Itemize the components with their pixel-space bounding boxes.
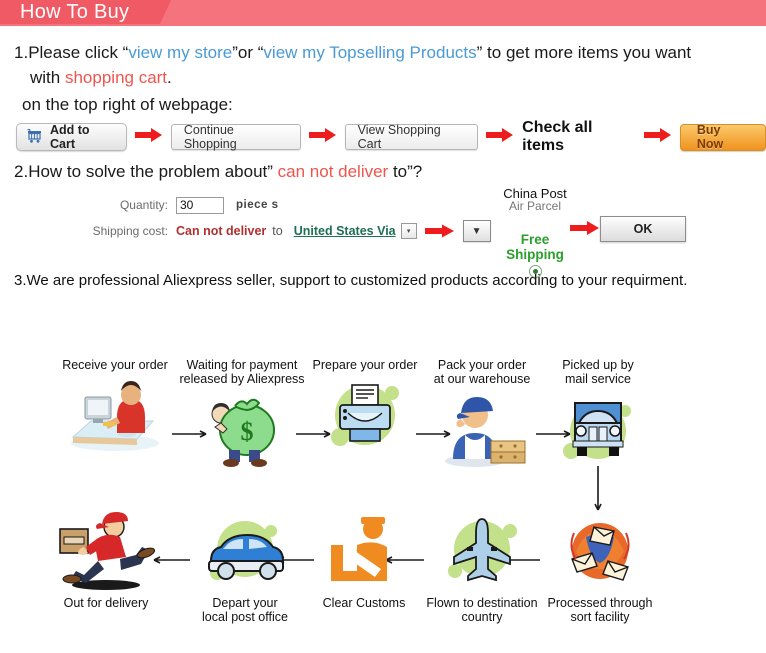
step-3-text: We are professional Aliexpress seller, s… bbox=[26, 272, 688, 289]
right-arrow-icon bbox=[424, 224, 455, 238]
page-title: How To Buy bbox=[20, 1, 130, 23]
quantity-unit-label: piece s bbox=[236, 199, 279, 211]
money-bag-icon: $ bbox=[176, 386, 308, 472]
page-header-banner: How To Buy bbox=[0, 0, 766, 26]
flow-node-clear-customs: Clear Customs bbox=[308, 508, 420, 610]
step-1-subline: on the top right of webpage: bbox=[22, 95, 233, 114]
flow-label: Clear Customs bbox=[322, 596, 406, 610]
view-shopping-cart-button[interactable]: View Shopping Cart bbox=[344, 123, 479, 151]
worker-with-boxes-icon bbox=[422, 386, 542, 472]
step-2-text-a: How to solve the problem about” bbox=[28, 162, 278, 181]
flow-label: Picked up by mail service bbox=[562, 358, 634, 386]
flow-label: Receive your order bbox=[62, 358, 168, 372]
view-shopping-cart-label: View Shopping Cart bbox=[357, 123, 441, 151]
mail-sorting-icon bbox=[540, 508, 660, 594]
flow-label: Processed through sort facility bbox=[547, 596, 653, 624]
carrier-line-2: Air Parcel bbox=[508, 199, 561, 213]
link-view-my-store[interactable]: view my store bbox=[128, 43, 232, 62]
buy-now-label: Buy Now bbox=[696, 123, 724, 151]
flow-node-out-for-delivery: Out for delivery bbox=[46, 508, 166, 610]
right-arrow-icon bbox=[486, 127, 514, 148]
ok-button[interactable]: OK bbox=[600, 216, 686, 242]
person-at-computer-icon bbox=[50, 372, 180, 458]
printer-icon bbox=[306, 372, 424, 458]
flow-label: Prepare your order bbox=[312, 358, 418, 372]
quantity-row: Quantity: piece s bbox=[88, 194, 491, 216]
flow-label: Flown to destination country bbox=[426, 596, 538, 624]
ok-button-label: OK bbox=[633, 222, 653, 236]
mail-truck-icon bbox=[540, 386, 656, 472]
step-1-text-a: Please click “ bbox=[28, 43, 129, 62]
customs-officer-icon bbox=[308, 508, 420, 594]
shipping-to-label: to bbox=[272, 224, 283, 238]
step-2-heading: 2.How to solve the problem about” can no… bbox=[14, 162, 422, 182]
svg-text:$: $ bbox=[241, 417, 254, 446]
link-view-my-topselling-products[interactable]: view my Topselling Products bbox=[263, 43, 476, 62]
quantity-label: Quantity: bbox=[119, 198, 168, 212]
shipping-cost-row: Shipping cost: Can not deliver to United… bbox=[88, 220, 491, 242]
shipping-process-flowchart: Receive your order Waiting for payment r… bbox=[0, 350, 766, 650]
blue-van-icon bbox=[184, 508, 306, 594]
right-arrow-icon bbox=[134, 127, 163, 148]
flow-node-picked-up: Picked up by mail service bbox=[540, 358, 656, 472]
step-1-shopping-cart-highlight: shopping cart bbox=[64, 68, 168, 87]
buy-now-button[interactable]: Buy Now bbox=[679, 123, 766, 151]
add-to-cart-button[interactable]: Add to Cart bbox=[16, 123, 127, 151]
flow-node-flown-destination: Flown to destination country bbox=[420, 508, 544, 624]
step-1-number: 1. bbox=[14, 43, 29, 62]
checkout-button-row: Add to Cart Continue Shopping View Shopp… bbox=[16, 119, 766, 154]
add-to-cart-label: Add to Cart bbox=[50, 123, 90, 151]
flow-label: Out for delivery bbox=[63, 596, 149, 610]
carrier-name-block: China Post Air Parcel bbox=[495, 186, 575, 213]
check-all-items-label: Check all items bbox=[522, 119, 593, 154]
right-arrow-icon bbox=[570, 220, 600, 241]
delivery-man-running-icon bbox=[46, 508, 166, 594]
flow-label: Waiting for payment released by Aliexpre… bbox=[179, 358, 305, 386]
shipping-status-text: Can not deliver bbox=[176, 224, 267, 238]
continue-shopping-button[interactable]: Continue Shopping bbox=[170, 123, 301, 151]
quantity-input[interactable] bbox=[176, 196, 224, 214]
flow-label: Pack your order at our warehouse bbox=[433, 358, 531, 386]
step-3-block: 3.We are professional Aliexpress seller,… bbox=[14, 272, 687, 289]
chevron-down-icon[interactable]: ▾ bbox=[400, 223, 417, 239]
flow-node-sort-facility: Processed through sort facility bbox=[540, 508, 660, 624]
shipping-country-value[interactable]: United States Via bbox=[294, 224, 396, 238]
airplane-icon bbox=[420, 508, 544, 594]
step-2-cannot-deliver-highlight: can not deliver bbox=[277, 162, 389, 181]
step-1-block: 1.Please click “view my store”or “view m… bbox=[14, 40, 759, 90]
step-2-text-b: to”? bbox=[388, 162, 423, 181]
right-arrow-icon bbox=[643, 127, 672, 148]
flow-node-prepare-order: Prepare your order bbox=[306, 358, 424, 458]
step-1-text-c: ” to get more items you want bbox=[476, 43, 692, 62]
step-1-text-b: ”or “ bbox=[232, 43, 264, 62]
flow-node-pack-order: Pack your order at our warehouse bbox=[422, 358, 542, 472]
continue-shopping-label: Continue Shopping bbox=[183, 123, 237, 151]
free-shipping-text: Free Shipping bbox=[506, 232, 564, 262]
flow-node-depart-post-office: Depart your local post office bbox=[184, 508, 306, 624]
step-1-line2-a: with bbox=[30, 68, 65, 87]
flow-node-waiting-payment: Waiting for payment released by Aliexpre… bbox=[176, 358, 308, 472]
flow-node-receive-order: Receive your order bbox=[50, 358, 180, 458]
shipping-form: Quantity: piece s Shipping cost: Can not… bbox=[88, 194, 491, 246]
flow-label: Depart your local post office bbox=[202, 596, 288, 624]
step-3-number: 3. bbox=[14, 272, 27, 289]
shopping-cart-icon bbox=[27, 128, 44, 146]
step-1-line2-b: . bbox=[167, 68, 172, 87]
shipping-method-dropdown[interactable]: ▼ bbox=[462, 220, 491, 242]
shipping-cost-label: Shipping cost: bbox=[92, 224, 168, 238]
step-2-number: 2. bbox=[14, 162, 29, 181]
right-arrow-icon bbox=[308, 127, 337, 148]
